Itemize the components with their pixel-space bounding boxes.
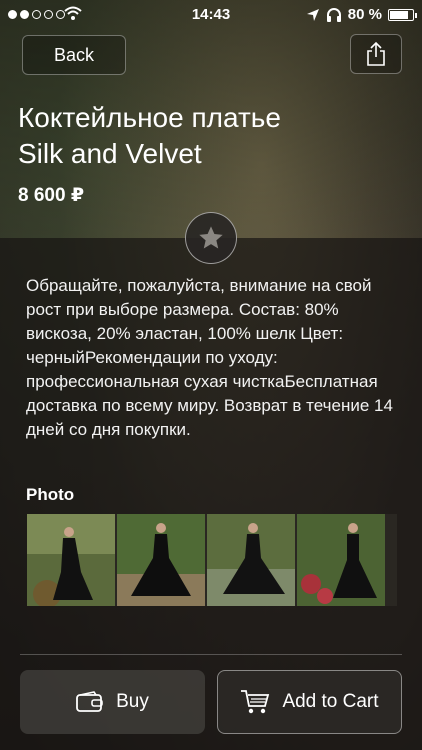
status-bar: 14:43 80 %: [0, 0, 422, 30]
back-button-label: Back: [53, 44, 95, 65]
product-title-line1: Коктейльное платье: [18, 102, 281, 133]
location-arrow-icon: [306, 8, 319, 21]
divider: [20, 654, 402, 655]
product-description: Обращайте, пожалуйста, внимание на свой …: [26, 276, 393, 439]
battery-percent: 80 %: [347, 6, 382, 23]
buy-button-label: Buy: [116, 691, 149, 712]
photo-thumbnail[interactable]: [297, 514, 385, 606]
photo-gallery[interactable]: [27, 514, 397, 606]
share-icon: [367, 41, 385, 66]
product-title: Коктейльное платье Silk and Velvet: [18, 100, 398, 172]
wallet-icon: [76, 691, 103, 712]
add-to-cart-button[interactable]: Add to Cart: [217, 670, 402, 734]
photo-thumbnail[interactable]: [27, 514, 115, 606]
back-button[interactable]: Back: [22, 35, 126, 75]
battery-icon: [388, 8, 417, 21]
add-to-cart-label: Add to Cart: [282, 691, 379, 712]
photo-thumbnail[interactable]: [207, 514, 295, 606]
favorite-button[interactable]: [185, 212, 237, 264]
photo-thumbnail[interactable]: [117, 514, 205, 606]
photo-heading: Photo: [26, 485, 75, 504]
product-price: 8 600 ₽: [18, 185, 85, 206]
photo-thumbnail[interactable]: [387, 514, 395, 606]
star-icon: [199, 226, 223, 249]
headphones-icon: [326, 7, 341, 22]
cart-icon: [241, 690, 270, 714]
product-title-line2: Silk and Velvet: [18, 138, 202, 169]
share-button[interactable]: [350, 34, 402, 74]
buy-button[interactable]: Buy: [20, 670, 205, 734]
